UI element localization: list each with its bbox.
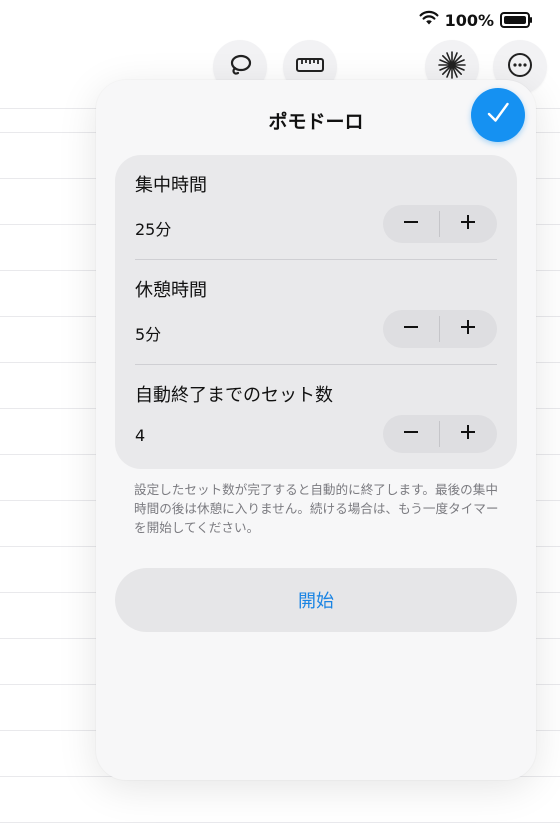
- set-count-increment-button[interactable]: [440, 415, 496, 453]
- minus-icon: [403, 424, 419, 444]
- set-count-decrement-button[interactable]: [383, 415, 439, 453]
- minus-icon: [403, 214, 419, 234]
- break-time-increment-button[interactable]: [440, 310, 496, 348]
- confirm-button[interactable]: [471, 88, 525, 142]
- status-bar: 100%: [419, 10, 532, 30]
- set-count-value: 4: [135, 426, 146, 445]
- focus-time-decrement-button[interactable]: [383, 205, 439, 243]
- focus-time-value: 25分: [135, 220, 172, 239]
- lasso-icon: [226, 51, 254, 83]
- break-time-value: 5分: [135, 325, 162, 344]
- starburst-icon: [437, 50, 467, 84]
- wifi-icon: [419, 10, 439, 30]
- minus-icon: [403, 319, 419, 339]
- focus-time-stepper: [383, 205, 497, 243]
- help-note: 設定したセット数が完了すると自動的に終了します。最後の集中時間の後は休憩に入りま…: [134, 482, 499, 535]
- settings-card: 集中時間 25分 休憩時間 5分 自動終了までのセット数 4: [115, 155, 517, 469]
- focus-time-increment-button[interactable]: [440, 205, 496, 243]
- pomodoro-popover: ポモドーロ 集中時間 25分 休憩時間 5分 自動終了までのセット数 4 設定し…: [96, 80, 536, 780]
- battery-percentage: 100%: [444, 10, 494, 30]
- break-time-label: 休憩時間: [135, 280, 207, 301]
- more-icon: [507, 52, 533, 82]
- break-time-decrement-button[interactable]: [383, 310, 439, 348]
- battery-icon: [500, 12, 532, 28]
- popover-title: ポモドーロ: [268, 111, 364, 133]
- plus-icon: [460, 319, 476, 339]
- checkmark-icon: [484, 99, 512, 131]
- row-divider: [135, 364, 497, 365]
- ruler-icon: [295, 55, 325, 79]
- focus-time-label: 集中時間: [135, 175, 207, 196]
- set-count-stepper: [383, 415, 497, 453]
- start-button[interactable]: 開始: [115, 568, 517, 632]
- plus-icon: [460, 424, 476, 444]
- break-time-stepper: [383, 310, 497, 348]
- plus-icon: [460, 214, 476, 234]
- row-divider: [135, 259, 497, 260]
- set-count-label: 自動終了までのセット数: [135, 385, 333, 406]
